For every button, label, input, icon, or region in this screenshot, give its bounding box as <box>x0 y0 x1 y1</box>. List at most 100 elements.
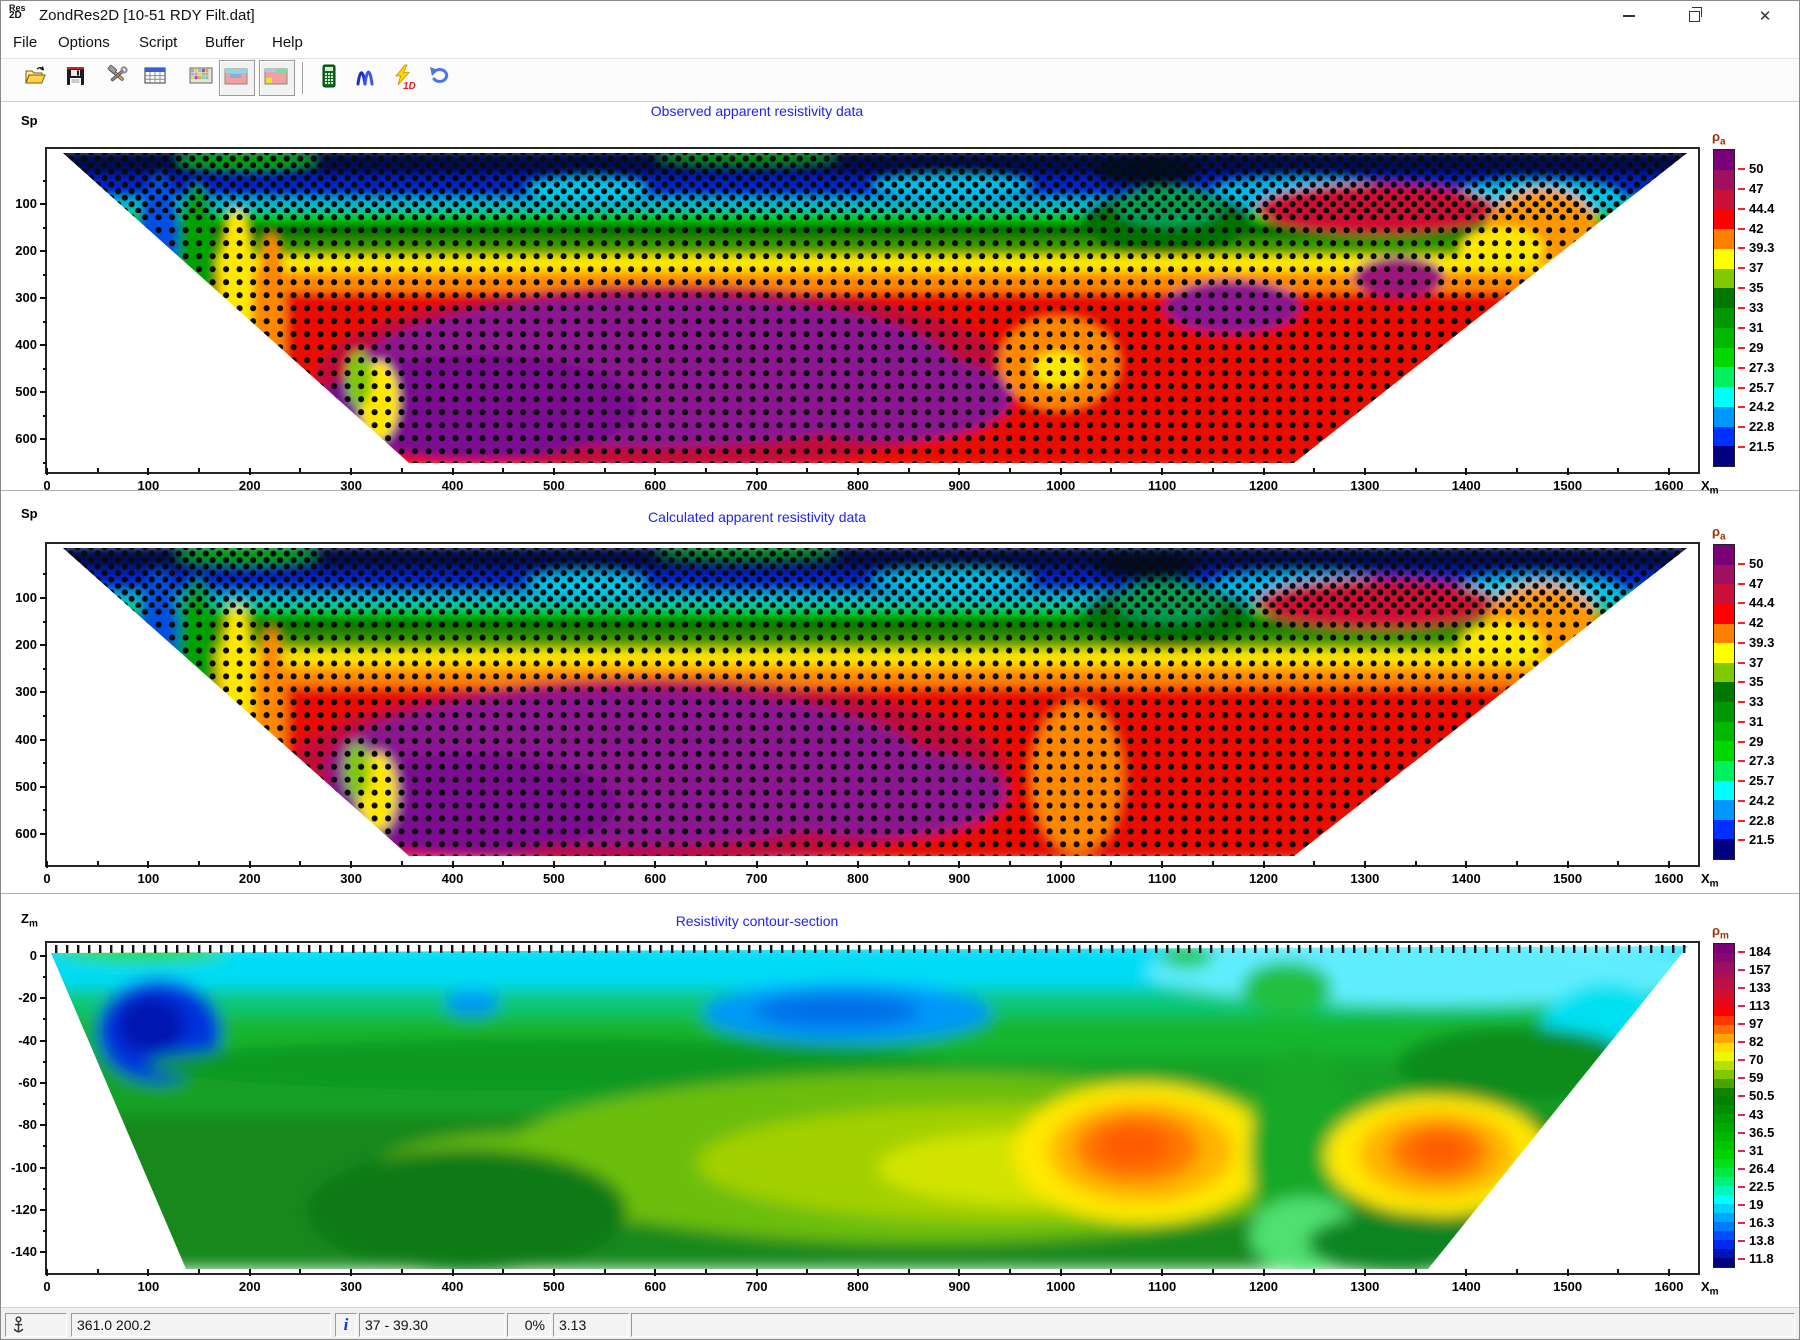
colorbar-2[interactable] <box>1713 943 1735 1268</box>
colorbar-segment <box>1714 800 1734 820</box>
status-info-cell: i <box>335 1313 357 1337</box>
observed-section-icon <box>224 65 248 89</box>
save-button[interactable] <box>63 64 87 90</box>
x-tick <box>1668 1269 1670 1276</box>
colorbar-tick-label: 16.3 <box>1749 1215 1799 1230</box>
colorbar-tick-label: 59 <box>1749 1070 1799 1085</box>
x-minor-tick <box>1110 468 1112 472</box>
x-tick-label: 300 <box>321 478 381 493</box>
resistivity-section-2[interactable] <box>47 943 1694 1269</box>
x-tick-label: 300 <box>321 871 381 886</box>
colorbar-tick-label: 33 <box>1749 300 1799 315</box>
y-tick-label: 300 <box>1 684 37 699</box>
colorbar-segment <box>1714 781 1734 801</box>
open-file-button[interactable] <box>24 64 48 90</box>
observed-section-toggle[interactable] <box>219 60 255 96</box>
x-tick <box>1567 468 1569 475</box>
x-minor-tick <box>908 1269 910 1273</box>
x-tick <box>1364 1269 1366 1276</box>
x-tick-label: 1000 <box>1031 871 1091 886</box>
calculated-section-toggle[interactable] <box>259 60 295 96</box>
menu-file[interactable]: File <box>13 34 37 51</box>
colorbar-tick-label: 36.5 <box>1749 1125 1799 1140</box>
menu-buffer[interactable]: Buffer <box>205 34 245 51</box>
colorbar-segment <box>1714 663 1734 683</box>
minimize-icon <box>1623 15 1635 17</box>
data-table-button[interactable] <box>143 64 167 90</box>
colorbar-0[interactable] <box>1713 149 1735 467</box>
resistivity-section-1[interactable] <box>47 544 1694 861</box>
y-tick <box>40 438 47 440</box>
x-tick <box>249 468 251 475</box>
settings-tools-button[interactable] <box>105 64 129 90</box>
colorbar-tick <box>1738 446 1745 448</box>
x-tick <box>1060 1269 1062 1276</box>
x-tick <box>350 861 352 868</box>
curves-viewer-button[interactable] <box>354 64 378 90</box>
colorbar-segment <box>1714 944 1734 953</box>
x-minor-tick <box>1617 861 1619 865</box>
y-minor-tick <box>43 1018 47 1020</box>
close-button[interactable]: ✕ <box>1742 1 1788 31</box>
inversion-1d-button[interactable]: 1D <box>391 64 415 90</box>
colorbar-tick-label: 11.8 <box>1749 1251 1799 1266</box>
colorbar-tick <box>1738 387 1745 389</box>
x-minor-tick <box>1617 468 1619 472</box>
colorbar-segment <box>1714 209 1734 229</box>
x-tick <box>1567 1269 1569 1276</box>
y-tick-label: 100 <box>1 196 37 211</box>
x-tick <box>958 861 960 868</box>
undo-button[interactable] <box>428 64 452 90</box>
colorbar-tick <box>1738 1258 1745 1260</box>
x-minor-tick <box>908 861 910 865</box>
x-tick <box>1060 861 1062 868</box>
colorbar-segment <box>1714 308 1734 328</box>
x-tick-label: 100 <box>118 1279 178 1294</box>
x-minor-tick <box>1110 1269 1112 1273</box>
x-tick-label: 1000 <box>1031 478 1091 493</box>
resistivity-section-0[interactable] <box>47 149 1694 468</box>
title-bar[interactable]: Res 2D ZondRes2D [10-51 RDY Filt.dat] ✕ <box>1 1 1799 31</box>
colorbar-segment <box>1714 288 1734 308</box>
x-tick-label: 500 <box>524 871 584 886</box>
x-minor-tick <box>604 861 606 865</box>
x-tick-label: 600 <box>625 871 685 886</box>
colorbar-tick <box>1738 1150 1745 1152</box>
colorbar-segment <box>1714 1222 1734 1231</box>
x-tick <box>46 468 48 475</box>
x-tick <box>1161 861 1163 868</box>
y-tick-label: -60 <box>1 1075 37 1090</box>
colorbar-segment <box>1714 249 1734 269</box>
colorbar-segment <box>1714 407 1734 427</box>
colorbar-tick-label: 31 <box>1749 320 1799 335</box>
colorbar-tick <box>1738 1059 1745 1061</box>
status-range: 37 - 39.30 <box>359 1313 505 1337</box>
y-tick <box>40 250 47 252</box>
pseudosection-grid-button[interactable] <box>189 64 213 90</box>
colorbar-segment <box>1714 1016 1734 1025</box>
colorbar-segment <box>1714 584 1734 604</box>
colorbar-tick-label: 42 <box>1749 221 1799 236</box>
colorbar-tick <box>1738 247 1745 249</box>
menu-options[interactable]: Options <box>58 34 110 51</box>
menu-script[interactable]: Script <box>139 34 177 51</box>
colorbar-segment <box>1714 1114 1734 1123</box>
colorbar-tick-label: 47 <box>1749 181 1799 196</box>
x-tick-label: 600 <box>625 1279 685 1294</box>
x-tick <box>1060 468 1062 475</box>
colorbar-tick-label: 24.2 <box>1749 793 1799 808</box>
restore-button[interactable] <box>1671 1 1717 31</box>
x-tick <box>1161 468 1163 475</box>
colorbar-tick-label: 47 <box>1749 576 1799 591</box>
minimize-button[interactable] <box>1606 1 1652 31</box>
colorbar-tick-label: 27.3 <box>1749 360 1799 375</box>
colorbar-tick <box>1738 1023 1745 1025</box>
y-tick-label: 600 <box>1 431 37 446</box>
colorbar-tick-label: 13.8 <box>1749 1233 1799 1248</box>
colorbar-1[interactable] <box>1713 544 1735 860</box>
menu-help[interactable]: Help <box>272 34 303 51</box>
colorbar-tick-label: 43 <box>1749 1107 1799 1122</box>
colorbar-segment <box>1714 348 1734 368</box>
calculator-button[interactable] <box>317 64 341 90</box>
x-tick-label: 1600 <box>1639 1279 1699 1294</box>
